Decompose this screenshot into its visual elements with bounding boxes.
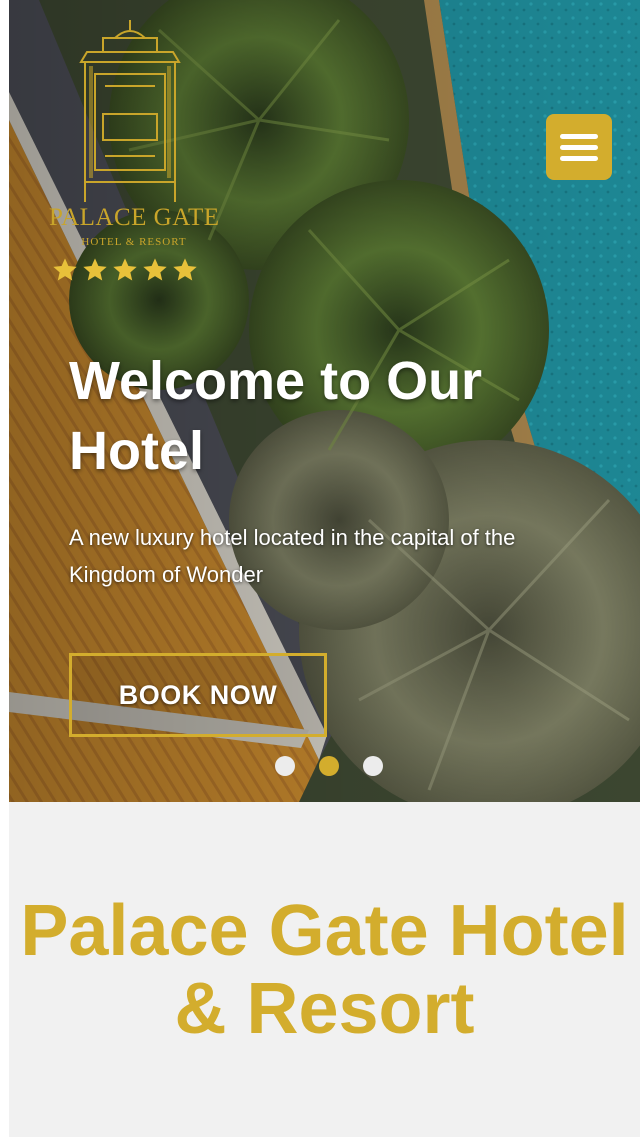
hero-carousel: PALACE GATE HOTEL & RESORT Welcome to Ou… xyxy=(9,0,640,802)
carousel-dots xyxy=(275,756,383,776)
carousel-dot-2[interactable] xyxy=(319,756,339,776)
logo-name: PALACE GATE xyxy=(49,204,220,231)
hotel-rating xyxy=(51,256,199,286)
hamburger-menu-button[interactable] xyxy=(546,114,612,180)
about-section: Palace Gate Hotel & Resort xyxy=(9,802,640,1137)
about-title: Palace Gate Hotel & Resort xyxy=(20,891,629,1049)
carousel-dot-3[interactable] xyxy=(363,756,383,776)
star-icon xyxy=(173,258,197,281)
star-icon xyxy=(113,258,137,281)
page: PALACE GATE HOTEL & RESORT Welcome to Ou… xyxy=(9,0,640,1137)
menu-bar-icon xyxy=(560,155,598,161)
carousel-dot-1[interactable] xyxy=(275,756,295,776)
logo-tagline: HOTEL & RESORT xyxy=(81,236,187,248)
hero-title: Welcome to Our Hotel xyxy=(69,351,483,481)
palace-gate-emblem-icon xyxy=(79,20,181,202)
menu-bar-icon xyxy=(560,133,598,139)
hero-subtitle: A new luxury hotel located in the capita… xyxy=(69,525,516,587)
star-icon xyxy=(143,258,167,281)
hotel-logo[interactable]: PALACE GATE HOTEL & RESORT xyxy=(45,16,219,248)
menu-bar-icon xyxy=(560,144,598,150)
star-icon xyxy=(53,258,77,281)
book-now-button[interactable]: BOOK NOW xyxy=(69,653,327,737)
star-icon xyxy=(83,258,107,281)
